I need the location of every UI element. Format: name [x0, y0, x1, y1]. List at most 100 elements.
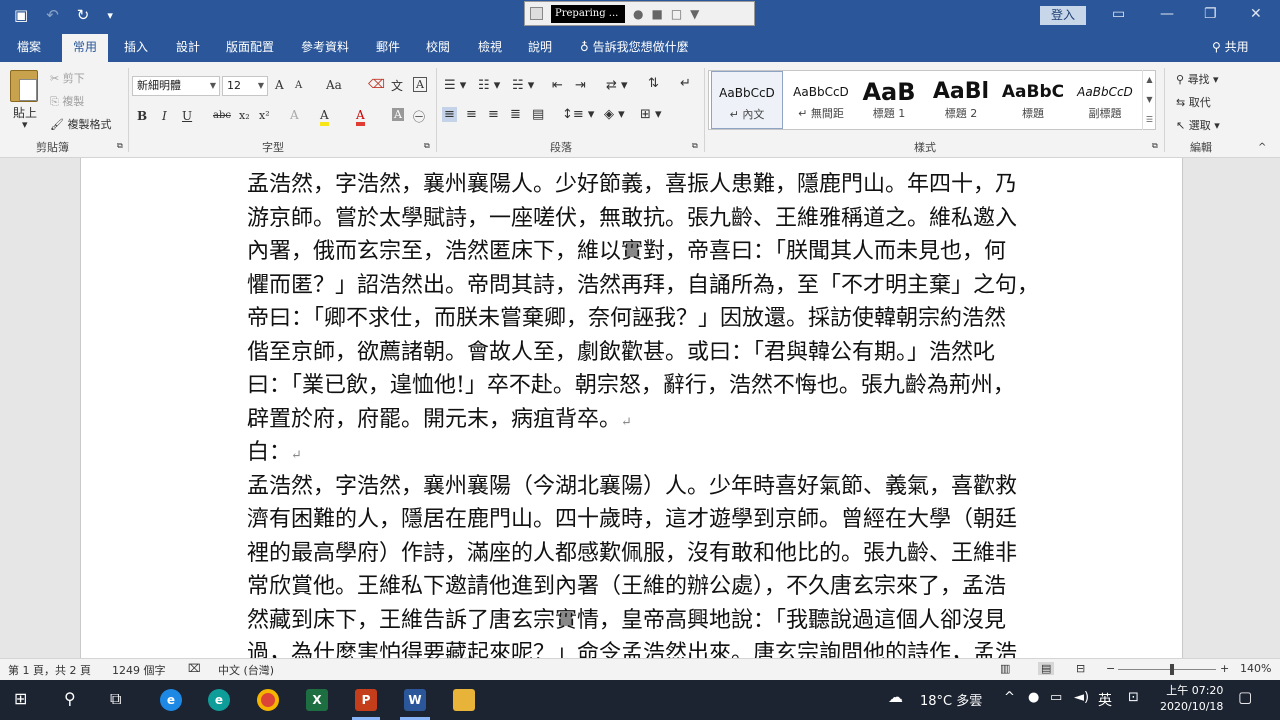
change-case-button[interactable]: Aa	[326, 78, 342, 92]
superscript-button[interactable]: x²	[259, 109, 270, 122]
text-effects-button[interactable]: A	[290, 108, 299, 122]
font-color-button[interactable]: A	[356, 108, 365, 126]
windows-start-icon[interactable]: ⊞	[14, 689, 27, 708]
styles-scroll[interactable]: ▲ ▼ ☰	[1142, 70, 1156, 130]
language-indicator[interactable]: 中文 (台灣)	[218, 662, 274, 678]
replace-button[interactable]: ⇆ 取代	[1176, 94, 1211, 110]
style-no-spacing[interactable]: AaBbCcD ↵ 無間距	[785, 71, 857, 129]
align-right-icon[interactable]: ≡	[488, 107, 499, 122]
weather-text[interactable]: 18°C 多雲	[920, 690, 982, 709]
shading-icon[interactable]: ◈ ▾	[604, 107, 625, 122]
strikethrough-button[interactable]: abc	[213, 110, 231, 121]
tab-design[interactable]: 設計	[168, 34, 208, 62]
tab-mailings[interactable]: 郵件	[368, 34, 408, 62]
char-border-icon[interactable]: A	[413, 77, 427, 92]
char-shading-button[interactable]: A	[392, 108, 404, 121]
ie-icon[interactable]: e	[160, 689, 182, 711]
tab-home[interactable]: 常用	[62, 34, 108, 62]
word-count[interactable]: 1249 個字	[112, 662, 166, 678]
tab-view[interactable]: 檢視	[470, 34, 510, 62]
text-direction-icon[interactable]: ⇄ ▾	[606, 78, 628, 93]
align-left-icon[interactable]: ≡	[442, 107, 457, 122]
customize-icon[interactable]: ▾	[107, 9, 113, 22]
notification-icon[interactable]: ▢	[1238, 688, 1252, 706]
bold-button[interactable]: B	[137, 109, 147, 123]
multilevel-list-icon[interactable]: ☵ ▾	[512, 78, 534, 93]
microphone-icon[interactable]: ●	[1028, 690, 1039, 705]
distributed-icon[interactable]: ▤	[532, 107, 544, 122]
highlight-button[interactable]: A	[320, 108, 329, 126]
tab-layout[interactable]: 版面配置	[220, 34, 280, 62]
style-normal[interactable]: AaBbCcD ↵ 內文	[711, 71, 783, 129]
minimize-icon[interactable]: —	[1160, 6, 1174, 22]
subscript-button[interactable]: x₂	[239, 109, 250, 122]
restore-icon[interactable]: ❐	[1204, 6, 1217, 22]
zoom-level[interactable]: 140%	[1240, 662, 1271, 675]
microphone-icon[interactable]: ●	[633, 7, 643, 21]
show-marks-icon[interactable]: ↵	[680, 76, 691, 91]
style-heading-2[interactable]: AaBl 標題 2	[925, 71, 997, 129]
edge-icon[interactable]: e	[208, 689, 230, 711]
zoom-slider[interactable]	[1118, 669, 1216, 670]
print-layout-icon[interactable]: ▤	[1038, 662, 1055, 675]
camera-icon[interactable]: ■	[651, 7, 662, 21]
style-subtitle[interactable]: AaBbCcD 副標題	[1069, 71, 1141, 129]
tab-help[interactable]: 說明	[520, 34, 560, 62]
font-name-select[interactable]: 新細明體 ▼	[132, 76, 220, 96]
network-icon[interactable]: ▭	[1050, 690, 1062, 705]
dialog-launcher-icon[interactable]: ⧉	[692, 141, 698, 151]
document-page[interactable]: 孟浩然，字浩然，襄州襄陽人。少好節義，喜振人患難，隱鹿門山。年四十，乃 游京師。…	[80, 158, 1183, 658]
style-heading-1[interactable]: AaB 標題 1	[853, 71, 925, 129]
share-button[interactable]: ⚲ 共用	[1212, 34, 1249, 60]
font-size-select[interactable]: 12 ▼	[222, 76, 268, 96]
tab-insert[interactable]: 插入	[116, 34, 156, 62]
search-icon[interactable]: ⚲	[64, 689, 76, 708]
phonetic-guide-icon[interactable]: 文	[391, 77, 403, 94]
recorder-stop-icon[interactable]	[530, 7, 543, 20]
paste-icon[interactable]	[10, 70, 38, 102]
bullets-icon[interactable]: ☰ ▾	[444, 78, 466, 93]
decrease-indent-icon[interactable]: ⇤	[552, 78, 563, 93]
read-mode-icon[interactable]: ▥	[1000, 662, 1010, 675]
zoom-in-button[interactable]: +	[1220, 662, 1229, 675]
cut-button[interactable]: ✂ 剪下	[50, 70, 85, 86]
find-button[interactable]: ⚲ 尋找 ▾	[1176, 71, 1219, 87]
powerpoint-icon[interactable]: P	[355, 689, 377, 711]
document-body[interactable]: 孟浩然，字浩然，襄州襄陽人。少好節義，喜振人患難，隱鹿門山。年四十，乃 游京師。…	[247, 168, 1037, 658]
proofing-icon[interactable]: ⌧	[188, 662, 201, 675]
excel-icon[interactable]: X	[306, 689, 328, 711]
italic-button[interactable]: I	[162, 109, 167, 123]
zoom-slider-thumb[interactable]	[1170, 664, 1174, 675]
increase-indent-icon[interactable]: ⇥	[575, 78, 586, 93]
save-icon[interactable]: ▣	[14, 6, 28, 24]
web-layout-icon[interactable]: ⊟	[1076, 662, 1085, 675]
chrome-icon[interactable]	[257, 689, 279, 711]
region-icon[interactable]: □	[671, 7, 682, 21]
login-button[interactable]: 登入	[1040, 6, 1086, 25]
tab-review[interactable]: 校閱	[418, 34, 458, 62]
word-icon[interactable]: W	[404, 689, 426, 711]
select-button[interactable]: ↖ 選取 ▾	[1176, 117, 1220, 133]
grow-font-button[interactable]: A	[275, 78, 284, 92]
format-painter-button[interactable]: 🖌 複製格式	[50, 116, 111, 132]
justify-icon[interactable]: ≣	[510, 107, 521, 122]
tab-file[interactable]: 檔案	[8, 34, 50, 62]
copy-button[interactable]: ⎘ 複製	[50, 93, 84, 109]
ime-indicator[interactable]: 英	[1098, 690, 1112, 710]
tab-references[interactable]: 參考資料	[294, 34, 356, 62]
page-count[interactable]: 第 1 頁，共 2 頁	[8, 662, 91, 678]
line-spacing-icon[interactable]: ↕≡ ▾	[562, 107, 594, 122]
redo-icon[interactable]: ↻	[77, 6, 90, 24]
borders-icon[interactable]: ⊞ ▾	[640, 107, 662, 122]
dialog-launcher-icon[interactable]: ⧉	[117, 141, 123, 151]
style-title[interactable]: AaBbC 標題	[997, 71, 1069, 129]
clear-format-icon[interactable]: ⌫	[368, 77, 385, 91]
collapse-ribbon-icon[interactable]: ^	[1258, 142, 1266, 153]
enclose-char-icon[interactable]: ㊀	[413, 108, 425, 125]
dialog-launcher-icon[interactable]: ⧉	[1152, 141, 1158, 151]
folder-icon[interactable]	[453, 689, 475, 711]
undo-icon[interactable]: ↶	[46, 6, 59, 24]
ime-mode-icon[interactable]: ⊡	[1128, 690, 1139, 705]
ribbon-display-icon[interactable]: ▭	[1112, 6, 1125, 22]
volume-icon[interactable]: ◄)	[1074, 690, 1089, 705]
